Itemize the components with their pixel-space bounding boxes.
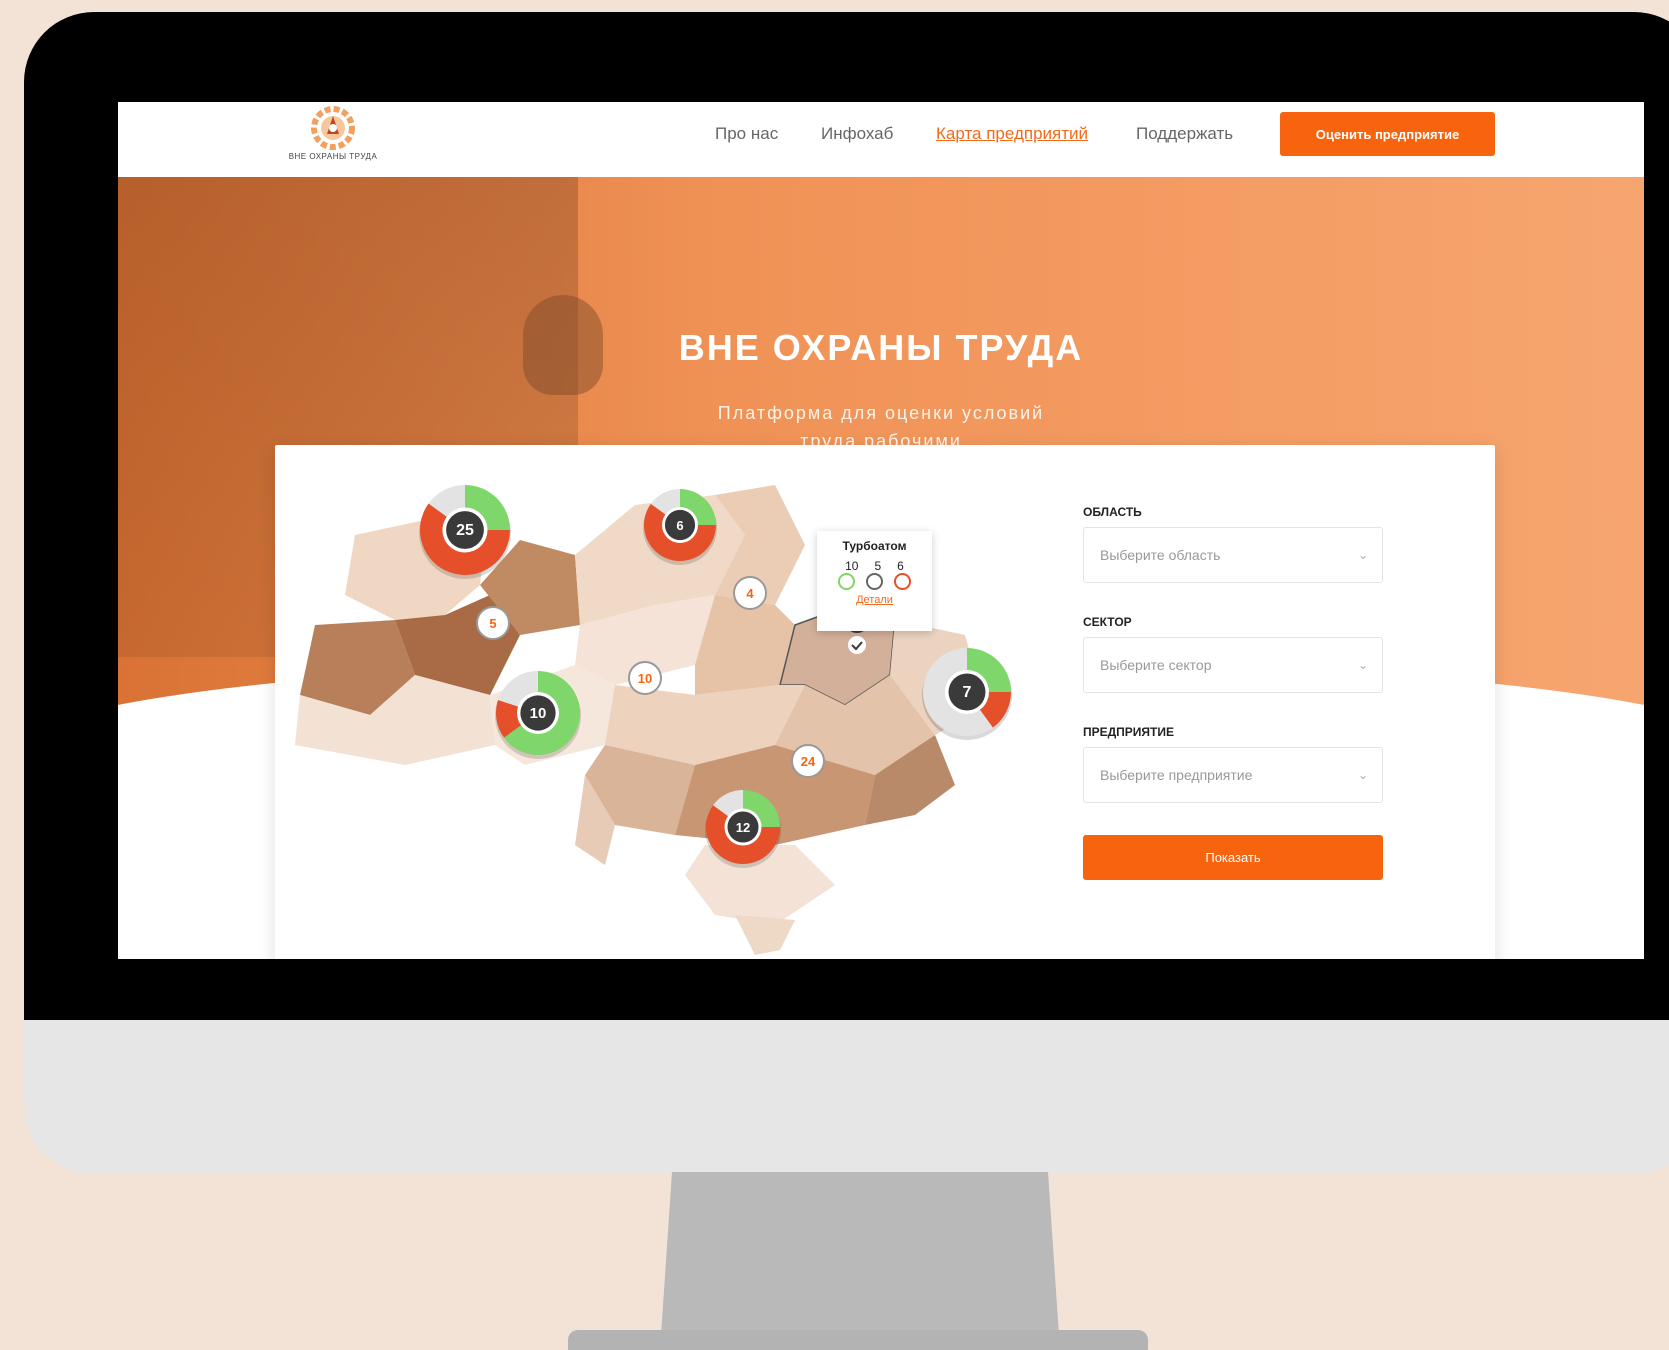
chevron-down-icon: ⌄ bbox=[1357, 768, 1368, 782]
cluster-donut[interactable]: 7 bbox=[922, 648, 1012, 740]
region-select[interactable]: Выберите область ⌄ bbox=[1083, 527, 1383, 583]
nav-link-enterprise-map[interactable]: Карта предприятий bbox=[936, 124, 1088, 144]
monitor-stand bbox=[660, 1172, 1060, 1350]
cluster-count: 24 bbox=[801, 754, 816, 769]
enterprise-label: ПРЕДПРИЯТИЕ bbox=[1083, 725, 1175, 739]
region-label: ОБЛАСТЬ bbox=[1083, 505, 1142, 519]
details-link[interactable]: Детали bbox=[817, 594, 932, 606]
map-card: 25 6 10 7 12 4 5 10 24 Турбоатом 10 5 6 … bbox=[275, 445, 1495, 959]
cluster-count: 12 bbox=[736, 820, 750, 835]
logo[interactable]: ВНЕ ОХРАНЫ ТРУДА bbox=[278, 106, 388, 172]
cluster-count: 6 bbox=[676, 518, 683, 533]
enterprise-placeholder: Выберите предприятие bbox=[1100, 767, 1253, 783]
cluster-small[interactable]: 4 bbox=[733, 576, 767, 610]
enterprise-tooltip: Турбоатом 10 5 6 Детали bbox=[817, 531, 932, 631]
logo-icon bbox=[311, 106, 355, 150]
monitor-stand-base bbox=[568, 1330, 1148, 1350]
cluster-donut[interactable]: 6 bbox=[643, 489, 717, 565]
enterprise-select[interactable]: Выберите предприятие ⌄ bbox=[1083, 747, 1383, 803]
smile-icon bbox=[838, 573, 855, 590]
monitor-frame: ВНЕ ОХРАНЫ ТРУДА Про нас Инфохаб Карта п… bbox=[24, 12, 1669, 1174]
show-button[interactable]: Показать bbox=[1083, 835, 1383, 880]
cluster-count: 10 bbox=[530, 705, 547, 722]
tooltip-title: Турбоатом bbox=[842, 539, 907, 553]
chevron-down-icon: ⌄ bbox=[1357, 658, 1368, 672]
negative-count: 6 bbox=[897, 559, 904, 573]
tooltip-faces bbox=[817, 573, 932, 590]
cluster-small[interactable]: 5 bbox=[476, 606, 510, 640]
cluster-small[interactable]: 24 bbox=[791, 744, 825, 778]
cluster-donut[interactable]: 12 bbox=[705, 790, 781, 868]
region-placeholder: Выберите область bbox=[1100, 547, 1221, 563]
sector-select[interactable]: Выберите сектор ⌄ bbox=[1083, 637, 1383, 693]
filter-form: ОБЛАСТЬ Выберите область ⌄ СЕКТОР Выбери… bbox=[1083, 505, 1383, 880]
hero-subtitle-line-1: Платформа для оценки условий bbox=[717, 403, 1045, 423]
cluster-count: 25 bbox=[456, 522, 474, 539]
sector-label: СЕКТОР bbox=[1083, 615, 1132, 629]
chevron-down-icon: ⌄ bbox=[1357, 548, 1368, 562]
cluster-count: 4 bbox=[746, 586, 754, 601]
hero-title: ВНЕ ОХРАНЫ ТРУДА bbox=[678, 327, 1084, 368]
cluster-count: 10 bbox=[638, 671, 652, 686]
rate-enterprise-button[interactable]: Оценить предприятие bbox=[1280, 112, 1495, 156]
cluster-count: 7 bbox=[963, 684, 972, 701]
nav-link-support[interactable]: Поддержать bbox=[1136, 124, 1233, 144]
cluster-count: 5 bbox=[489, 616, 496, 631]
neutral-face-icon bbox=[866, 573, 883, 590]
cluster-donut[interactable]: 25 bbox=[419, 485, 511, 579]
ukraine-map[interactable]: 25 6 10 7 12 4 5 10 24 bbox=[275, 445, 1075, 959]
map-region[interactable] bbox=[735, 915, 795, 955]
nav-link-about[interactable]: Про нас bbox=[715, 124, 778, 144]
cluster-donut[interactable]: 10 bbox=[495, 671, 581, 759]
neutral-count: 5 bbox=[874, 559, 882, 573]
logo-text: ВНЕ ОХРАНЫ ТРУДА bbox=[288, 152, 378, 161]
nav-link-infohub[interactable]: Инфохаб bbox=[821, 124, 893, 144]
positive-count: 10 bbox=[845, 559, 859, 573]
cluster-small[interactable]: 10 bbox=[628, 661, 662, 695]
screen: ВНЕ ОХРАНЫ ТРУДА Про нас Инфохаб Карта п… bbox=[118, 102, 1644, 959]
sad-face-icon bbox=[894, 573, 911, 590]
sector-placeholder: Выберите сектор bbox=[1100, 657, 1212, 673]
navbar: ВНЕ ОХРАНЫ ТРУДА Про нас Инфохаб Карта п… bbox=[118, 102, 1644, 177]
tooltip-counts: 10 5 6 bbox=[817, 559, 932, 573]
